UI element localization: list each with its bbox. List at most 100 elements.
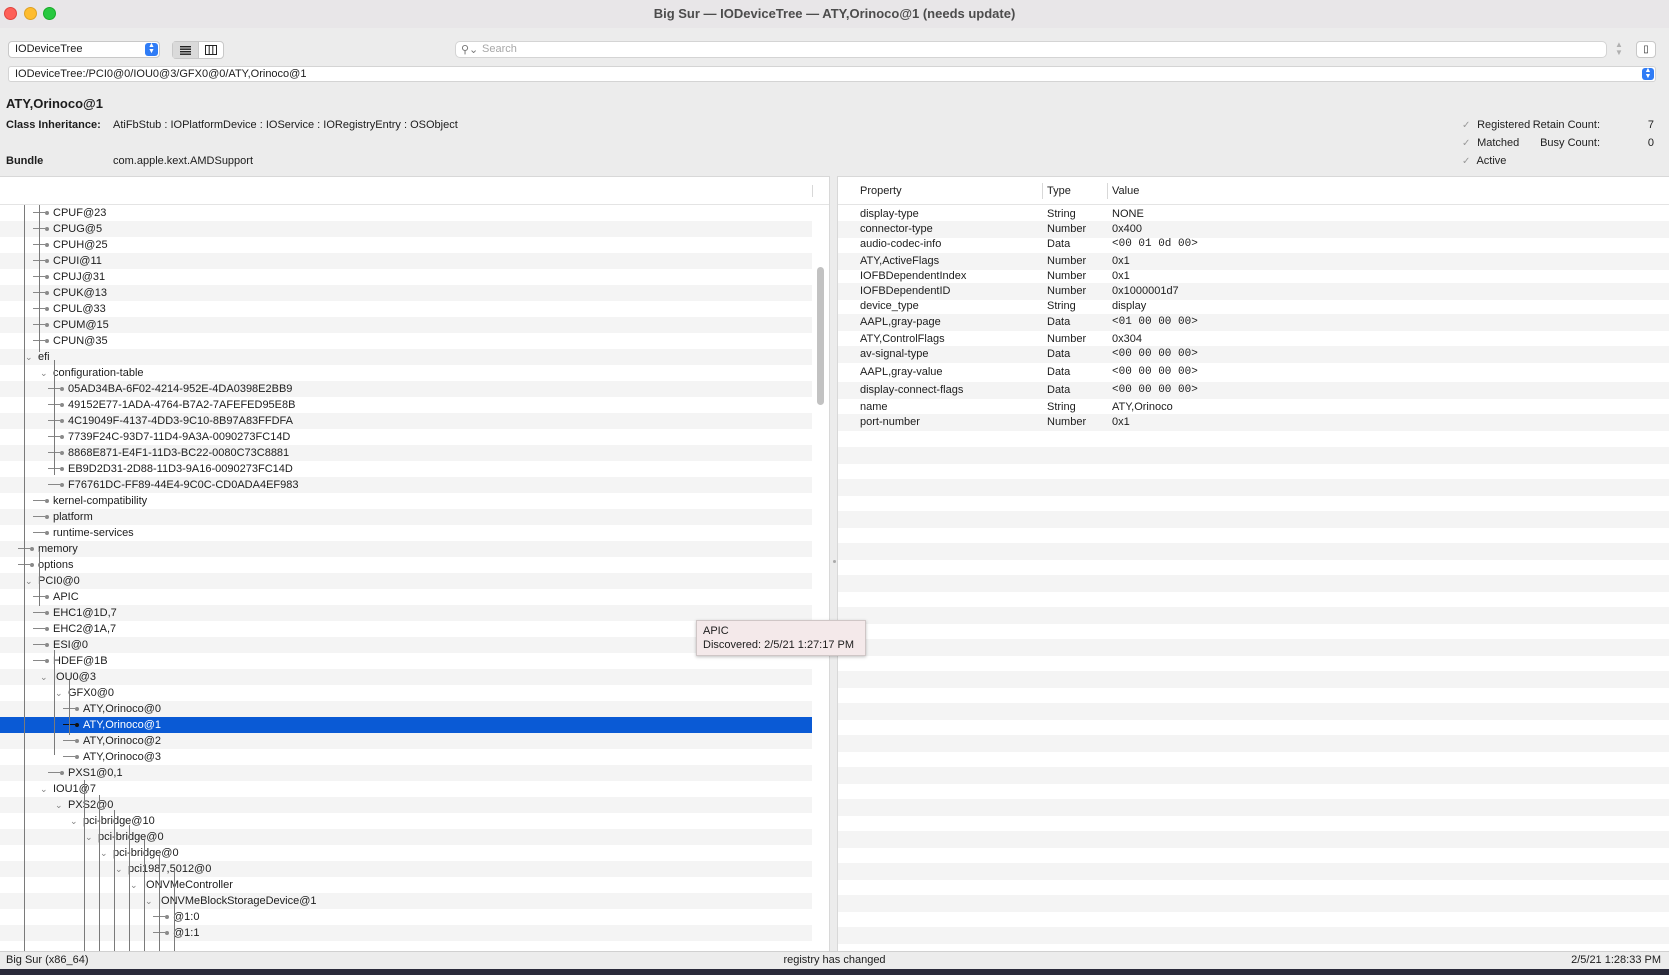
tree-row[interactable]: options [0, 557, 812, 573]
tree-connector [33, 612, 45, 613]
disclosure-expanded-icon[interactable]: ⌄ [100, 845, 108, 861]
tree-row[interactable]: ⌄ pci-bridge@10 [0, 813, 812, 829]
registry-tree[interactable]: CPUF@23 CPUG@5 CPUH@25 CPUI@11 CPUJ@31 CPUK@1… [0, 205, 812, 952]
column-view-button[interactable] [197, 42, 224, 58]
property-value: 0x1000001d7 [1112, 285, 1179, 297]
column-header-type[interactable]: Type [1047, 185, 1071, 197]
tree-row[interactable]: platform [0, 509, 812, 525]
path-field[interactable]: IODeviceTree:/PCI0@0/IOU0@3/GFX0@0/ATY,O… [8, 66, 1656, 82]
tree-row[interactable]: ⌄ efi [0, 349, 812, 365]
tree-row[interactable]: ATY,Orinoco@2 [0, 733, 812, 749]
tree-row[interactable]: ⌄ pci-bridge@0 [0, 829, 812, 845]
inspector-button[interactable]: ▯ [1636, 41, 1656, 58]
disclosure-expanded-icon[interactable]: ⌄ [40, 669, 48, 685]
tree-row[interactable]: @1:0 [0, 909, 812, 925]
property-row[interactable]: AAPL,gray-page Data <01 00 00 00> [838, 314, 1669, 331]
tree-row[interactable]: CPUG@5 [0, 221, 812, 237]
column-header-property[interactable]: Property [860, 185, 902, 197]
disclosure-expanded-icon[interactable]: ⌄ [130, 877, 138, 893]
tree-row[interactable]: EHC1@1D,7 [0, 605, 812, 621]
tree-row[interactable]: CPUJ@31 [0, 269, 812, 285]
tree-row[interactable]: ATY,Orinoco@3 [0, 749, 812, 765]
tree-row[interactable]: 8868E871-E4F1-11D3-BC22-0080C73C8881 [0, 445, 812, 461]
tree-row[interactable]: CPUH@25 [0, 237, 812, 253]
search-field[interactable]: ⚲⌄ [455, 41, 1607, 58]
tree-row[interactable]: ⌄ IOU1@7 [0, 781, 812, 797]
tree-row[interactable]: ATY,Orinoco@1 [0, 717, 812, 733]
tree-row[interactable]: ⌄ IONVMeController [0, 877, 812, 893]
tree-row-label: runtime-services [53, 527, 134, 539]
tree-scrollbar[interactable] [817, 267, 824, 405]
tree-row[interactable]: CPUL@33 [0, 301, 812, 317]
tree-row[interactable]: CPUI@11 [0, 253, 812, 269]
tree-row-label: 49152E77-1ADA-4764-B7A2-7AFEFED95E8B [68, 399, 296, 411]
property-row[interactable]: AAPL,gray-value Data <00 00 00 00> [838, 364, 1669, 381]
list-view-button[interactable] [173, 42, 198, 58]
disclosure-expanded-icon[interactable]: ⌄ [70, 813, 78, 829]
tree-row-label: CPUH@25 [53, 239, 108, 251]
pane-splitter[interactable] [829, 176, 838, 951]
disclosure-expanded-icon[interactable]: ⌄ [25, 349, 33, 365]
empty-row [838, 783, 1669, 800]
tree-row[interactable]: kernel-compatibility [0, 493, 812, 509]
property-row[interactable]: port-number Number 0x1 [838, 414, 1669, 431]
tree-row[interactable]: ⌄ pci1987,5012@0 [0, 861, 812, 877]
property-row[interactable]: audio-codec-info Data <00 01 0d 00> [838, 236, 1669, 253]
tree-row[interactable]: CPUN@35 [0, 333, 812, 349]
tree-row[interactable]: ⌄ PCI0@0 [0, 573, 812, 589]
tree-row[interactable]: CPUM@15 [0, 317, 812, 333]
tree-row[interactable]: memory [0, 541, 812, 557]
tree-row[interactable]: HDEF@1B [0, 653, 812, 669]
column-header-value[interactable]: Value [1112, 185, 1139, 197]
tree-row[interactable]: runtime-services [0, 525, 812, 541]
disclosure-expanded-icon[interactable]: ⌄ [40, 365, 48, 381]
property-value: <00 01 0d 00> [1112, 238, 1198, 250]
disclosure-expanded-icon[interactable]: ⌄ [85, 829, 93, 845]
empty-row [838, 863, 1669, 880]
tree-row[interactable]: 05AD34BA-6F02-4214-952E-4DA0398E2BB9 [0, 381, 812, 397]
leaf-node-icon [165, 915, 169, 919]
tree-row[interactable]: ESI@0 [0, 637, 812, 653]
tree-row[interactable]: ATY,Orinoco@0 [0, 701, 812, 717]
disclosure-expanded-icon[interactable]: ⌄ [145, 893, 153, 909]
path-arrows-icon: ▲ ▼ [1642, 67, 1654, 80]
tree-row[interactable]: 4C19049F-4137-4DD3-9C10-8B97A83FFDFA [0, 413, 812, 429]
tree-row[interactable]: @1:1 [0, 925, 812, 941]
tree-row-label: GFX0@0 [68, 687, 115, 699]
disclosure-expanded-icon[interactable]: ⌄ [40, 781, 48, 797]
tree-row-label: IONVMeBlockStorageDevice@1 [158, 895, 317, 907]
disclosure-expanded-icon[interactable]: ⌄ [55, 685, 63, 701]
tree-row[interactable]: PXS1@0,1 [0, 765, 812, 781]
tree-row[interactable]: ⌄ IONVMeBlockStorageDevice@1 [0, 893, 812, 909]
tree-connector [33, 532, 45, 533]
tree-row-label: @1:1 [173, 927, 200, 939]
view-mode-toggle[interactable] [172, 41, 224, 59]
tree-row[interactable]: CPUF@23 [0, 205, 812, 221]
tree-row[interactable]: ⌄ PXS2@0 [0, 797, 812, 813]
tree-row[interactable]: 49152E77-1ADA-4764-B7A2-7AFEFED95E8B [0, 397, 812, 413]
leaf-node-icon [60, 467, 64, 471]
search-stepper[interactable]: ▲ ▼ [1613, 41, 1625, 59]
disclosure-expanded-icon[interactable]: ⌄ [55, 797, 63, 813]
property-row[interactable]: device_type String display [838, 298, 1669, 315]
property-row[interactable]: display-connect-flags Data <00 00 00 00> [838, 382, 1669, 399]
tree-row[interactable]: F76761DC-FF89-44E4-9C0C-CD0ADA4EF983 [0, 477, 812, 493]
disclosure-expanded-icon[interactable]: ⌄ [25, 573, 33, 589]
property-row[interactable]: av-signal-type Data <00 00 00 00> [838, 346, 1669, 363]
tree-row[interactable]: ⌄ GFX0@0 [0, 685, 812, 701]
disclosure-expanded-icon[interactable]: ⌄ [115, 861, 123, 877]
property-name: connector-type [860, 223, 933, 235]
empty-row [838, 479, 1669, 496]
tree-row-label: platform [53, 511, 93, 523]
tree-row[interactable]: ⌄ configuration-table [0, 365, 812, 381]
tree-row[interactable]: ⌄ IOU0@3 [0, 669, 812, 685]
tree-row[interactable]: CPUK@13 [0, 285, 812, 301]
tree-row[interactable]: ⌄ pci-bridge@0 [0, 845, 812, 861]
tree-row[interactable]: EB9D2D31-2D88-11D3-9A16-0090273FC14D [0, 461, 812, 477]
plane-select[interactable]: IODeviceTree ▲ ▼ [8, 41, 160, 58]
property-type: Number [1047, 416, 1087, 428]
tree-row[interactable]: 7739F24C-93D7-11D4-9A3A-0090273FC14D [0, 429, 812, 445]
search-input[interactable] [482, 43, 1582, 55]
tree-row[interactable]: APIC [0, 589, 812, 605]
tree-row[interactable]: EHC2@1A,7 [0, 621, 812, 637]
